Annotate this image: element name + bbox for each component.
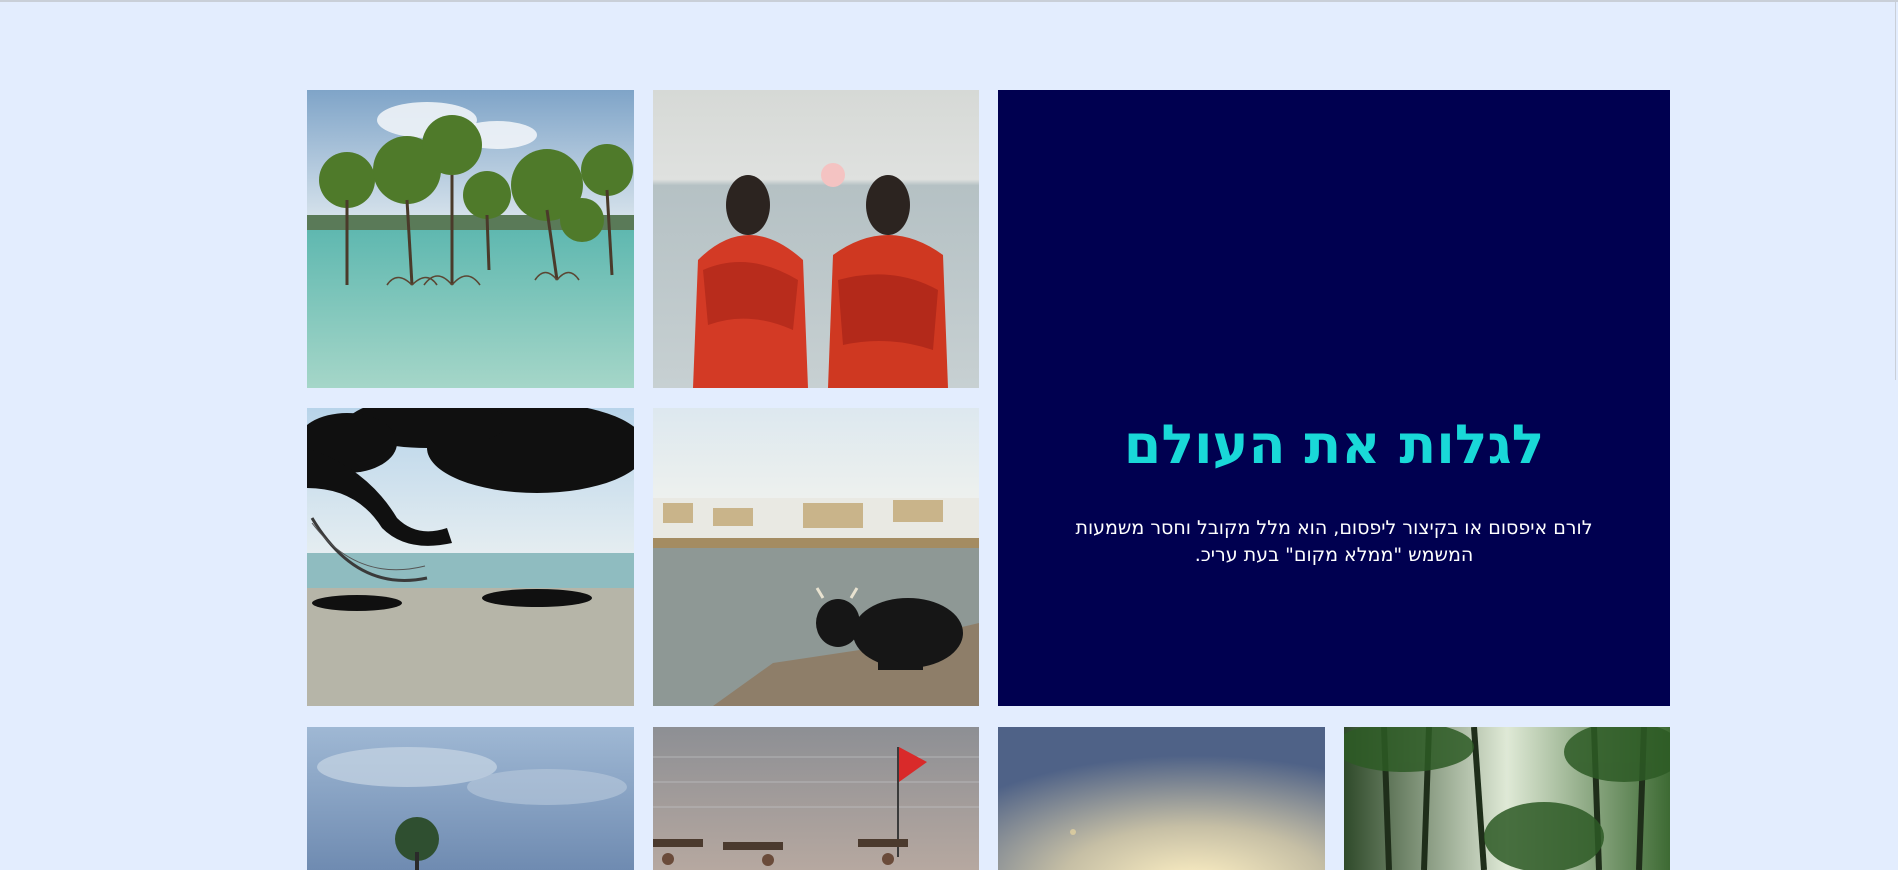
scrollbar-edge [1895, 0, 1896, 380]
sunset-sky-photo[interactable] [998, 727, 1325, 870]
hero-panel: לגלות את העולם לורם איפסום או בקיצור ליפ… [998, 90, 1670, 706]
palm-forest-photo[interactable] [1344, 727, 1670, 870]
hero-text: לורם איפסום או בקיצור ליפסום, הוא מלל מק… [1075, 517, 1593, 566]
beach-flag-photo[interactable] [653, 727, 979, 870]
two-women-sunset-photo[interactable] [653, 90, 979, 388]
hero-title: לגלות את העולם [1123, 413, 1545, 476]
island-tree-photo[interactable] [307, 727, 634, 870]
hammock-beach-photo[interactable] [307, 408, 634, 706]
top-border [0, 0, 1898, 2]
mangrove-trees-photo[interactable] [307, 90, 634, 388]
cow-lakeside-town-photo[interactable] [653, 408, 979, 706]
